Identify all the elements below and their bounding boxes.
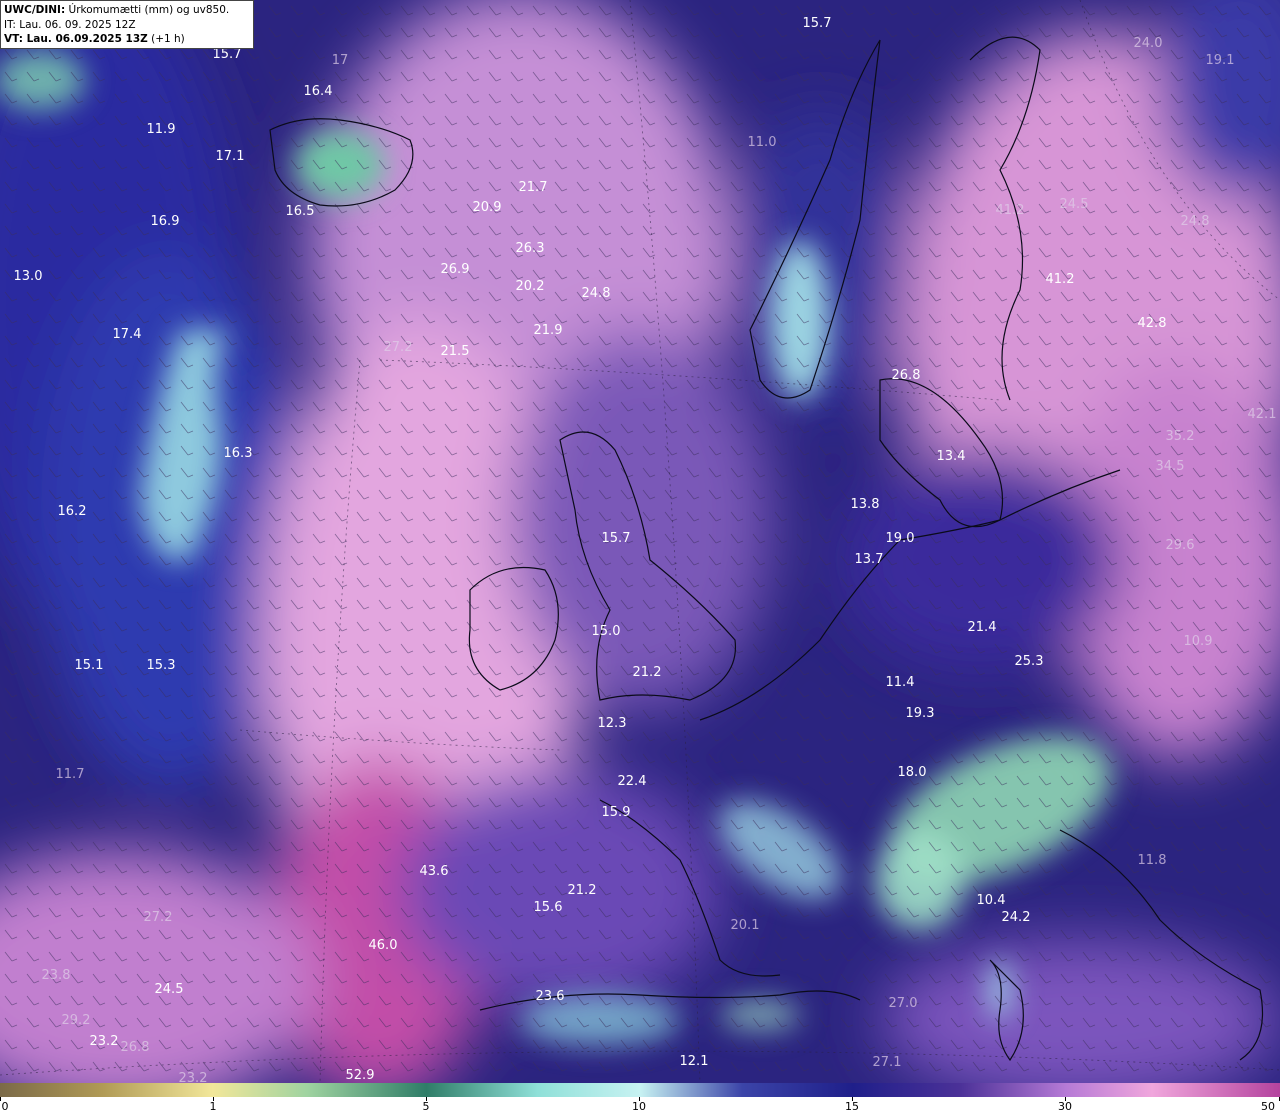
colorbar-tick-label: 30	[1058, 1100, 1072, 1113]
map-value-label: 13.0	[14, 269, 43, 284]
map-value-label: 20.1	[731, 918, 760, 933]
map-value-label: 15.7	[602, 531, 631, 546]
map-canvas: 15.7 17 16.4 11.9 17.1 16.9 16.5 13.0 17…	[0, 0, 1280, 1110]
map-value-label: 24.0	[1134, 36, 1163, 51]
wind-barbs	[0, 0, 1280, 1083]
map-value-label: 21.7	[519, 180, 548, 195]
map-value-label: 13.7	[855, 552, 884, 567]
map-value-label: 15.0	[592, 624, 621, 639]
map-value-label: 22.4	[618, 774, 647, 789]
map-value-label: 11.7	[56, 767, 85, 782]
map-value-label: 29.2	[62, 1013, 91, 1028]
map-value-label: 11.8	[1138, 853, 1167, 868]
map-value-label: 21.2	[633, 665, 662, 680]
map-value-label: 17	[332, 53, 349, 68]
map-value-label: 15.1	[75, 658, 104, 673]
map-value-label: 29.6	[1166, 538, 1195, 553]
map-value-label: 27.2	[384, 340, 413, 355]
map-value-label: 24.8	[582, 286, 611, 301]
map-value-label: 15.3	[147, 658, 176, 673]
colorbar-tick-label: 5	[422, 1100, 430, 1113]
map-value-label: 13.4	[937, 449, 966, 464]
colorbar: 0 1 5 10 15 30 50	[0, 1083, 1280, 1115]
map-value-label: 16.5	[286, 204, 315, 219]
map-value-label: 24.8	[1181, 214, 1210, 229]
map-value-label: 24.5	[1060, 197, 1089, 212]
colorbar-gradient	[0, 1083, 1280, 1097]
map-value-label: 21.4	[968, 620, 997, 635]
map-value-label: 23.2	[179, 1071, 208, 1083]
map-value-label: 11.4	[886, 675, 915, 690]
map-value-label: 16.4	[304, 84, 333, 99]
map-value-label: 34.5	[1156, 459, 1185, 474]
colorbar-tick-label: 50	[1261, 1100, 1275, 1113]
map-value-label: 24.2	[1002, 910, 1031, 925]
map-value-label: 10.9	[1184, 634, 1213, 649]
map-value-label: 26.9	[441, 262, 470, 277]
weather-map: 15.7 17 16.4 11.9 17.1 16.9 16.5 13.0 17…	[0, 0, 1280, 1110]
colorbar-tick-label: 0	[1, 1100, 9, 1113]
map-value-label: 19.1	[1206, 53, 1235, 68]
map-value-label: 17.4	[113, 327, 142, 342]
map-value-label: 41.2	[1046, 272, 1075, 287]
map-value-label: 35.2	[1166, 429, 1195, 444]
map-value-label: 16.9	[151, 214, 180, 229]
map-value-label: 18.0	[898, 765, 927, 780]
map-value-label: 17.1	[216, 149, 245, 164]
map-value-label: 21.9	[534, 323, 563, 338]
map-value-label: 13.8	[851, 497, 880, 512]
map-value-label: 42.1	[1248, 407, 1277, 422]
valid-time: VT: Lau. 06.09.2025 13Z (+1 h)	[4, 33, 185, 45]
map-title: UWC/DINI: Úrkomumætti (mm) og uv850.	[4, 4, 230, 16]
map-value-label: 26.3	[516, 241, 545, 256]
map-value-label: 23.6	[536, 989, 565, 1004]
map-value-label: 27.0	[889, 996, 918, 1011]
map-value-label: 10.4	[977, 893, 1006, 908]
map-value-label: 41.2	[996, 203, 1025, 218]
map-value-label: 42.8	[1138, 316, 1167, 331]
map-value-label: 24.5	[155, 982, 184, 997]
map-header: UWC/DINI: Úrkomumætti (mm) og uv850. IT:…	[0, 0, 254, 49]
map-value-label: 26.8	[121, 1040, 150, 1055]
map-value-label: 11.0	[748, 135, 777, 150]
colorbar-tick-label: 1	[209, 1100, 217, 1113]
map-value-label: 23.2	[90, 1034, 119, 1049]
map-value-label: 27.1	[873, 1055, 902, 1070]
map-value-label: 15.7	[213, 47, 242, 62]
map-value-label: 16.2	[58, 504, 87, 519]
map-value-label: 12.1	[680, 1054, 709, 1069]
map-value-label: 11.9	[147, 122, 176, 137]
map-value-label: 23.8	[42, 968, 71, 983]
map-value-label: 43.6	[420, 864, 449, 879]
map-value-label: 26.8	[892, 368, 921, 383]
colorbar-tick-label: 15	[845, 1100, 859, 1113]
map-value-label: 16.3	[224, 446, 253, 461]
map-value-label: 21.5	[441, 344, 470, 359]
init-time: IT: Lau. 06. 09. 2025 12Z	[4, 18, 136, 31]
map-value-label: 27.2	[144, 910, 173, 925]
map-value-label: 19.0	[886, 531, 915, 546]
map-value-label: 52.9	[346, 1068, 375, 1083]
map-value-label: 21.2	[568, 883, 597, 898]
map-value-label: 15.7	[803, 16, 832, 31]
map-value-label: 15.6	[534, 900, 563, 915]
colorbar-tick-label: 10	[632, 1100, 646, 1113]
map-value-label: 15.9	[602, 805, 631, 820]
map-value-label: 25.3	[1015, 654, 1044, 669]
map-value-label: 20.2	[516, 279, 545, 294]
map-value-label: 12.3	[598, 716, 627, 731]
map-value-label: 19.3	[906, 706, 935, 721]
map-value-label: 20.9	[473, 200, 502, 215]
map-value-label: 46.0	[369, 938, 398, 953]
